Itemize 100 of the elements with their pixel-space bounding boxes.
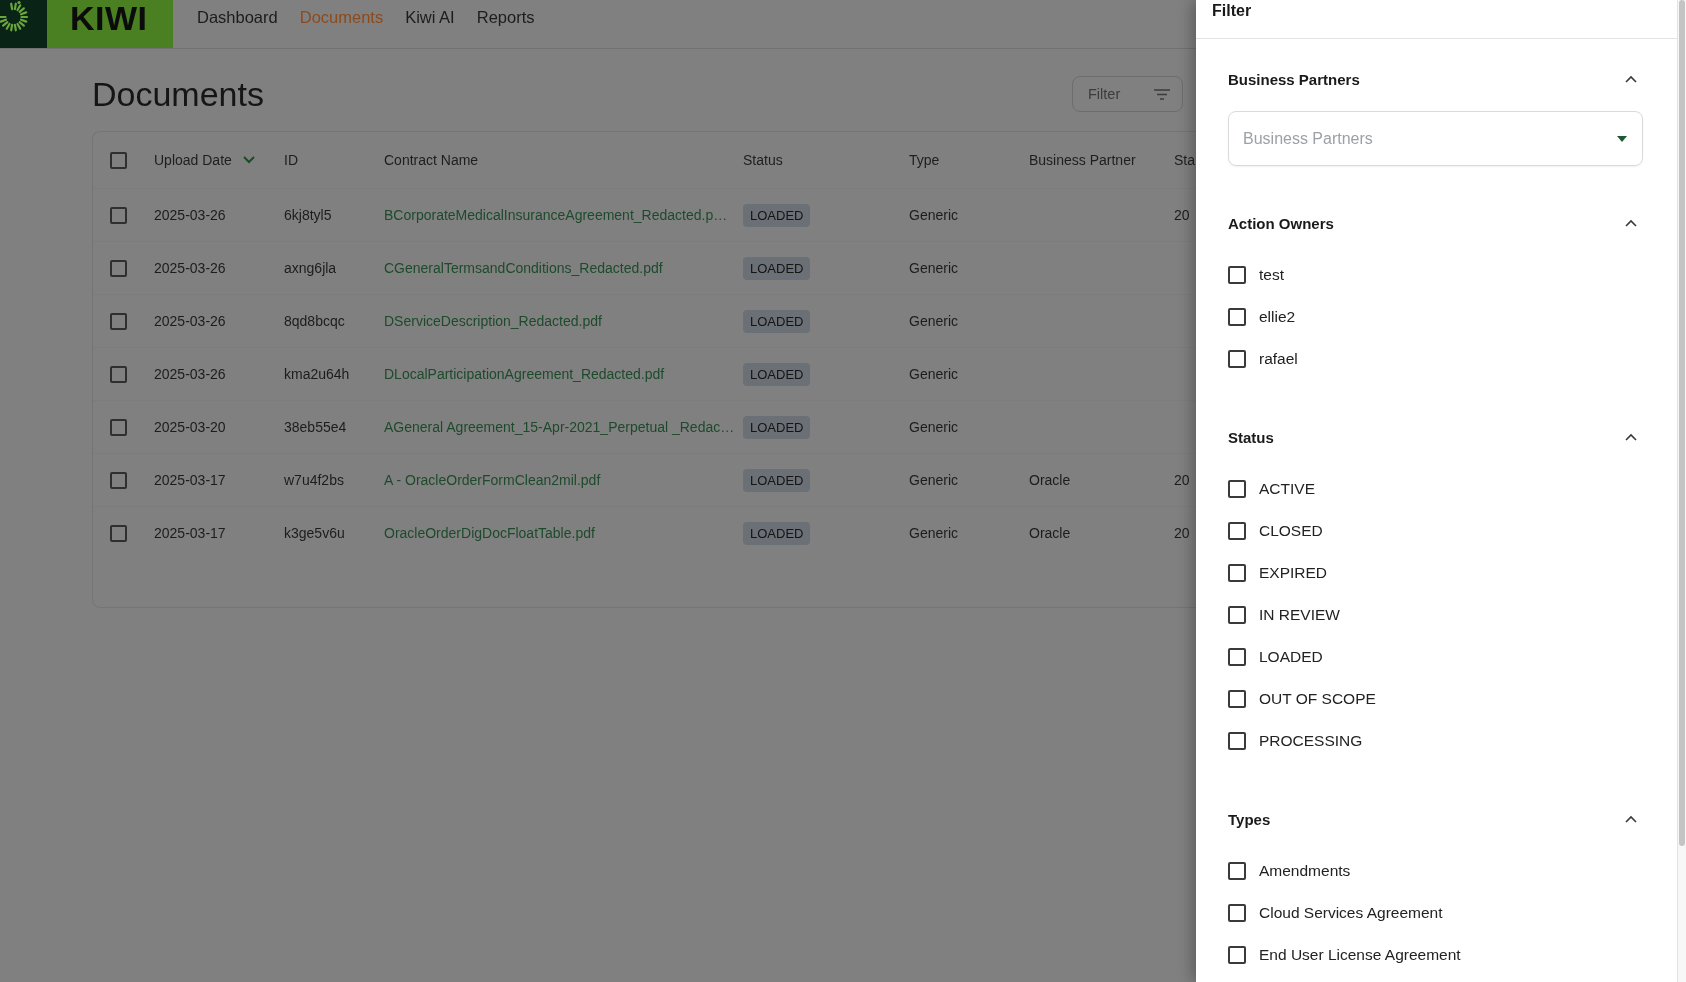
- column-header[interactable]: Status: [743, 152, 783, 168]
- nav-link[interactable]: Kiwi AI: [405, 7, 455, 27]
- checkbox[interactable]: [1228, 648, 1246, 666]
- checkbox[interactable]: [110, 151, 127, 169]
- contract-name-link[interactable]: OracleOrderDigDocFloatTable.pdf: [384, 525, 743, 541]
- scrollbar-thumb[interactable]: [1679, 0, 1685, 846]
- option-label: PROCESSING: [1259, 732, 1363, 750]
- checkbox[interactable]: [1228, 606, 1246, 624]
- section-title: Status: [1228, 428, 1274, 446]
- option-label: test: [1259, 266, 1284, 284]
- chevron-up-icon[interactable]: [1625, 433, 1637, 441]
- option-label: ellie2: [1259, 308, 1296, 326]
- checkbox[interactable]: [110, 312, 127, 330]
- status-badge: LOADED: [743, 256, 811, 280]
- option-label: End User License Agreement: [1259, 946, 1461, 964]
- option-label: LOADED: [1259, 648, 1323, 666]
- section-title: Action Owners: [1228, 214, 1334, 232]
- checkbox[interactable]: [1228, 904, 1246, 922]
- status-badge: LOADED: [743, 415, 811, 439]
- checkbox[interactable]: [110, 418, 127, 436]
- option-label: IN REVIEW: [1259, 606, 1340, 624]
- checkbox[interactable]: [1228, 732, 1246, 750]
- option-label: CLOSED: [1259, 522, 1323, 540]
- upload-date: 2025-03-26: [154, 207, 227, 223]
- chevron-up-icon[interactable]: [1625, 219, 1637, 227]
- logo-wordmark[interactable]: KIWI: [47, 0, 173, 48]
- chevron-up-icon[interactable]: [1625, 815, 1637, 823]
- checkbox[interactable]: [1228, 564, 1246, 582]
- section-title: Business Partners: [1228, 70, 1360, 88]
- column-header[interactable]: Contract Name: [384, 152, 479, 168]
- checkbox[interactable]: [110, 524, 127, 542]
- upload-date: 2025-03-17: [154, 525, 227, 541]
- checkbox[interactable]: [1228, 480, 1246, 498]
- checkbox[interactable]: [1228, 308, 1246, 326]
- panel-title: Filter: [1196, 0, 1677, 39]
- chevron-up-icon[interactable]: [1625, 75, 1637, 83]
- contract-name-link[interactable]: DServiceDescription_Redacted.pdf: [384, 313, 743, 329]
- checkbox[interactable]: [1228, 266, 1246, 284]
- checkbox[interactable]: [110, 206, 127, 224]
- column-header[interactable]: Sta: [1174, 152, 1195, 168]
- document-type: Generic: [909, 260, 960, 276]
- nav-link[interactable]: Dashboard: [197, 7, 278, 27]
- document-type: Generic: [909, 472, 960, 488]
- upload-date: 2025-03-20: [154, 419, 227, 435]
- option-label: ACTIVE: [1259, 480, 1315, 498]
- checkbox[interactable]: [1228, 946, 1246, 964]
- business-partners-dropdown[interactable]: Business Partners: [1228, 111, 1643, 166]
- contract-name-link[interactable]: BCorporateMedicalInsuranceAgreement_Redacted.p…: [384, 207, 743, 223]
- contract-name-link[interactable]: DLocalParticipationAgreement_Redacted.pdf: [384, 366, 743, 382]
- status-badge: LOADED: [743, 309, 811, 333]
- document-type: Generic: [909, 419, 960, 435]
- option-label: rafael: [1259, 350, 1298, 368]
- partial-date-text: 20: [1174, 525, 1191, 541]
- upload-date: 2025-03-26: [154, 366, 227, 382]
- business-partner-name: Oracle: [1029, 472, 1072, 488]
- contract-name-link[interactable]: A - OracleOrderFormClean2mil.pdf: [384, 472, 743, 488]
- document-id: w7u4f2bs: [284, 472, 345, 488]
- checkbox[interactable]: [1228, 862, 1246, 880]
- page-title: Documents: [92, 74, 264, 114]
- document-id: axng6jla: [284, 260, 338, 276]
- document-id: 8qd8bcqc: [284, 313, 346, 329]
- section-title: Types: [1228, 810, 1271, 828]
- document-type: Generic: [909, 366, 960, 382]
- contract-name-link[interactable]: CGeneralTermsandConditions_Redacted.pdf: [384, 260, 743, 276]
- status-badge: LOADED: [743, 362, 811, 386]
- column-header[interactable]: Business Partner: [1029, 152, 1136, 168]
- filter-icon: [1154, 88, 1170, 100]
- option-label: Amendments: [1259, 862, 1351, 880]
- option-label: Cloud Services Agreement: [1259, 904, 1443, 922]
- nav-link[interactable]: Reports: [476, 7, 535, 27]
- option-label: EXPIRED: [1259, 564, 1328, 582]
- document-id: 6kj8tyl5: [284, 207, 333, 223]
- checkbox[interactable]: [1228, 350, 1246, 368]
- upload-date: 2025-03-17: [154, 472, 227, 488]
- sunburst-logo-icon: [0, 0, 47, 48]
- checkbox[interactable]: [1228, 690, 1246, 708]
- checkbox[interactable]: [110, 365, 127, 383]
- checkbox[interactable]: [110, 259, 127, 277]
- status-badge: LOADED: [743, 468, 811, 492]
- column-header[interactable]: Upload Date: [154, 152, 232, 168]
- document-type: Generic: [909, 207, 960, 223]
- column-header[interactable]: ID: [284, 152, 298, 168]
- document-id: kma2u64h: [284, 366, 351, 382]
- chevron-down-icon[interactable]: [242, 156, 255, 164]
- caret-down-icon: [1617, 135, 1627, 142]
- upload-date: 2025-03-26: [154, 260, 227, 276]
- status-badge: LOADED: [743, 203, 811, 227]
- document-type: Generic: [909, 525, 960, 541]
- option-label: OUT OF SCOPE: [1259, 690, 1376, 708]
- contract-name-link[interactable]: AGeneral Agreement_15-Apr-2021_Perpetual _Redac…: [384, 419, 743, 435]
- document-id: k3ge5v6u: [284, 525, 346, 541]
- status-badge: LOADED: [743, 521, 811, 545]
- document-type: Generic: [909, 313, 960, 329]
- upload-date: 2025-03-26: [154, 313, 227, 329]
- checkbox[interactable]: [1228, 522, 1246, 540]
- filter-button[interactable]: Filter: [1072, 76, 1183, 112]
- column-header[interactable]: Type: [909, 152, 940, 168]
- partial-date-text: 20: [1174, 207, 1191, 223]
- business-partner-name: Oracle: [1029, 525, 1072, 541]
- checkbox[interactable]: [110, 471, 127, 489]
